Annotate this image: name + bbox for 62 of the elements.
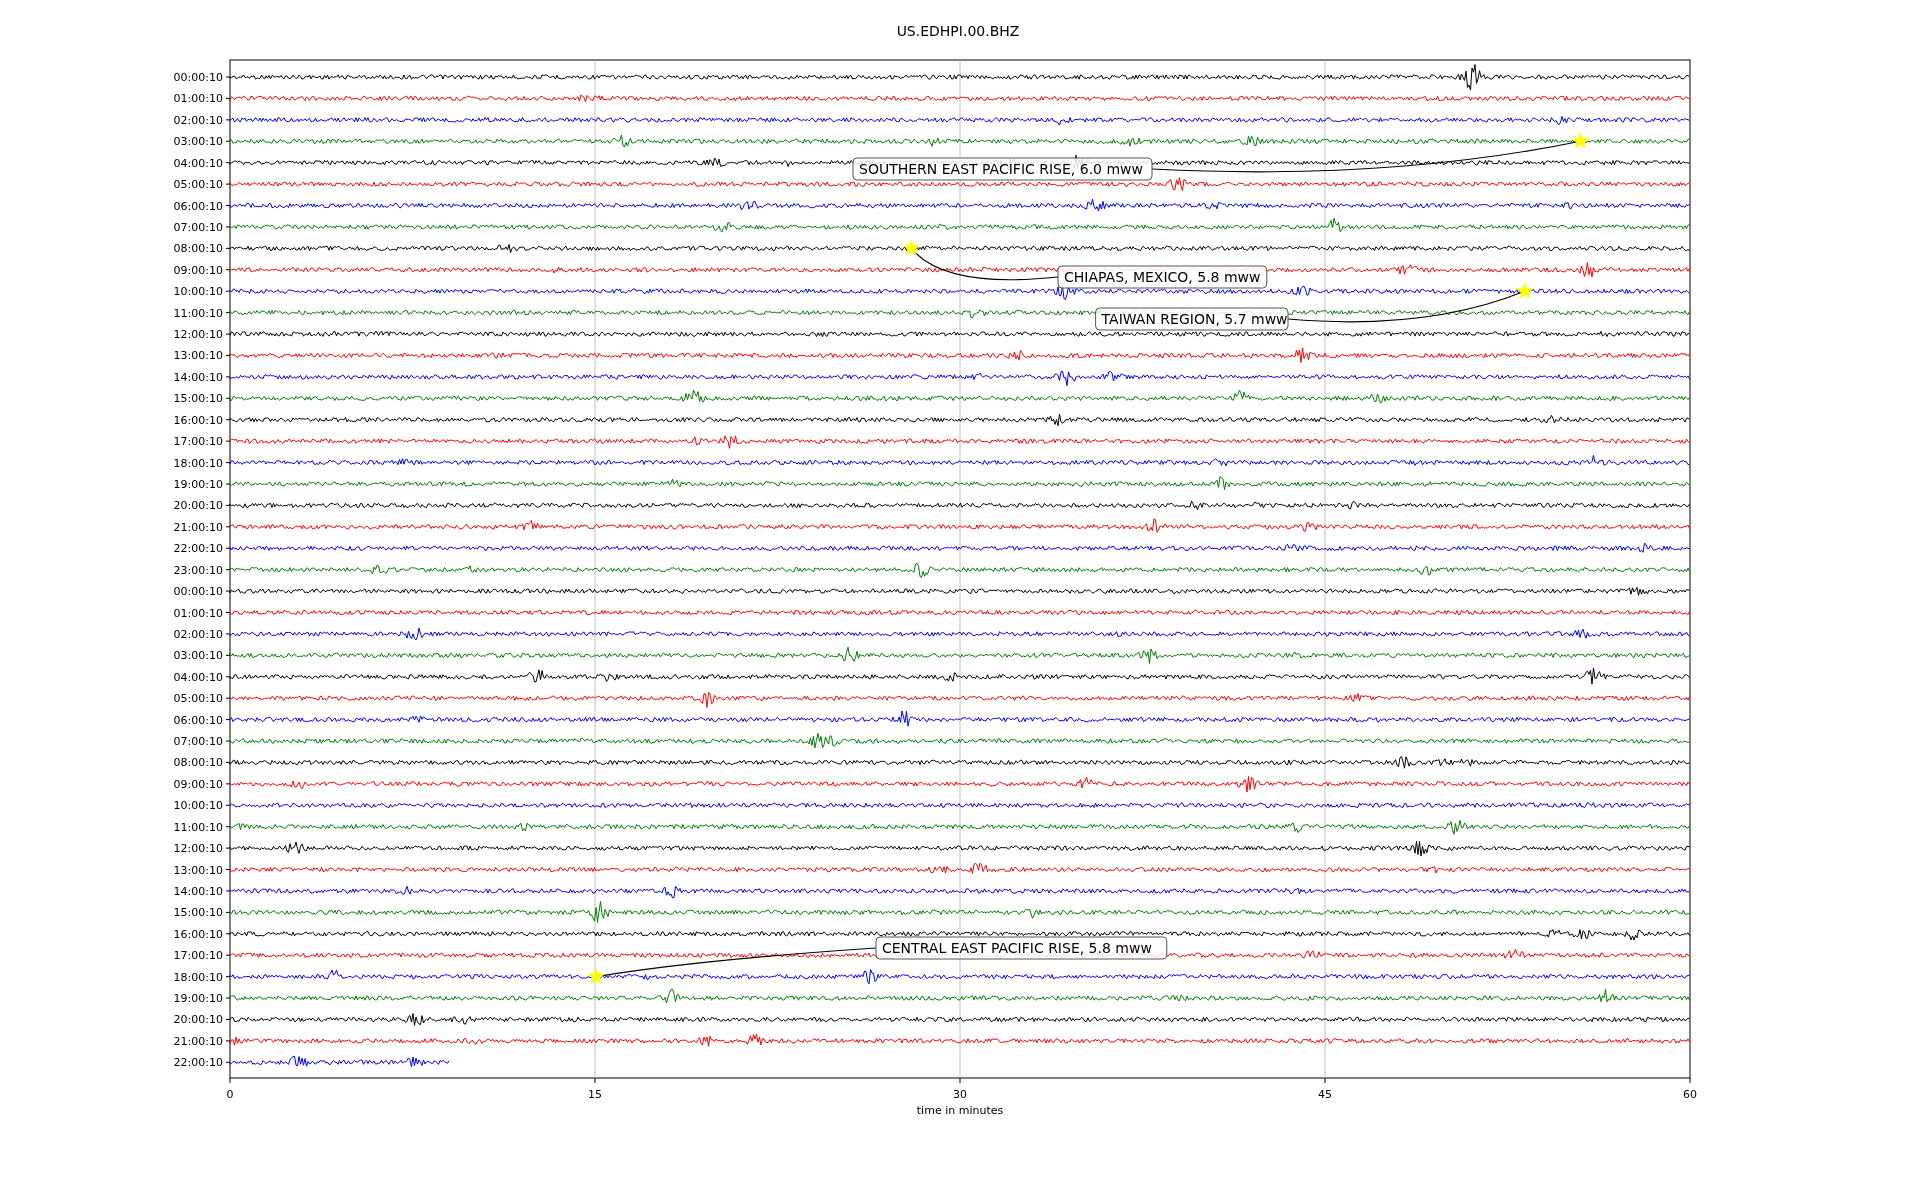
x-tick-label: 15 bbox=[588, 1088, 602, 1101]
y-tick-label: 16:00:10 bbox=[173, 927, 223, 941]
x-tick-label: 60 bbox=[1683, 1088, 1697, 1101]
y-tick-label: 14:00:10 bbox=[173, 884, 223, 898]
y-tick-label: 05:00:10 bbox=[173, 178, 223, 192]
y-tick-label: 17:00:10 bbox=[173, 949, 223, 963]
y-tick-label: 22:00:10 bbox=[173, 542, 223, 556]
y-tick-label: 00:00:10 bbox=[173, 585, 223, 599]
y-tick-label: 04:00:10 bbox=[173, 156, 223, 170]
y-tick-label: 21:00:10 bbox=[173, 520, 223, 534]
star-marker bbox=[1571, 132, 1590, 149]
y-tick-label: 10:00:10 bbox=[173, 799, 223, 813]
y-tick-label: 13:00:10 bbox=[173, 863, 223, 877]
y-tick-label: 05:00:10 bbox=[173, 692, 223, 706]
event-label: CHIAPAS, MEXICO, 5.8 mww bbox=[1057, 265, 1268, 289]
y-tick-label: 18:00:10 bbox=[173, 970, 223, 984]
y-tick-label: 11:00:10 bbox=[173, 306, 223, 320]
x-axis-label: time in minutes bbox=[916, 1104, 1004, 1117]
y-tick-label: 13:00:10 bbox=[173, 349, 223, 363]
y-tick-label: 01:00:10 bbox=[173, 606, 223, 620]
y-tick-label: 18:00:10 bbox=[173, 456, 223, 470]
y-tick-label: 07:00:10 bbox=[173, 220, 223, 234]
y-tick-label: 11:00:10 bbox=[173, 820, 223, 834]
y-tick-label: 07:00:10 bbox=[173, 735, 223, 748]
star-marker bbox=[1516, 282, 1534, 299]
y-tick-label: 03:00:10 bbox=[173, 649, 223, 663]
y-tick-label: 20:00:10 bbox=[173, 499, 223, 513]
chart-title: US.EDHPI.00.BHZ bbox=[896, 23, 1020, 39]
y-tick-label: 02:00:10 bbox=[173, 113, 223, 127]
y-tick-label: 22:00:10 bbox=[173, 1056, 223, 1070]
y-tick-label: 12:00:10 bbox=[173, 842, 223, 856]
x-tick-label: 45 bbox=[1318, 1088, 1332, 1101]
y-tick-label: 04:00:10 bbox=[173, 670, 223, 684]
y-tick-label: 17:00:10 bbox=[173, 435, 223, 449]
y-tick-label: 02:00:10 bbox=[173, 627, 223, 641]
y-tick-label: 19:00:10 bbox=[173, 992, 223, 1006]
y-tick-label: 06:00:10 bbox=[173, 199, 223, 213]
y-tick-label: 16:00:10 bbox=[173, 413, 223, 427]
star-marker bbox=[587, 967, 605, 984]
y-tick-label: 01:00:10 bbox=[173, 92, 223, 106]
y-tick-label: 08:00:10 bbox=[173, 756, 223, 770]
y-tick-label: 03:00:10 bbox=[173, 135, 223, 149]
y-tick-label: 15:00:10 bbox=[173, 392, 223, 406]
y-tick-label: 08:00:10 bbox=[173, 242, 223, 256]
y-tick-label: 15:00:10 bbox=[173, 906, 223, 920]
y-tick-label: 10:00:10 bbox=[173, 285, 223, 299]
y-tick-label: 09:00:10 bbox=[173, 263, 223, 277]
y-tick-label: 14:00:10 bbox=[173, 370, 223, 384]
y-tick-label: 00:00:10 bbox=[173, 71, 223, 84]
event-label: SOUTHERN EAST PACIFIC RISE, 6.0 mww bbox=[852, 157, 1153, 181]
y-tick-label: 20:00:10 bbox=[173, 1013, 223, 1027]
y-tick-label: 09:00:10 bbox=[173, 777, 223, 791]
y-tick-label: 23:00:10 bbox=[173, 563, 223, 577]
event-label: TAIWAN REGION, 5.7 mww bbox=[1095, 307, 1289, 331]
y-tick-label: 06:00:10 bbox=[173, 713, 223, 727]
y-tick-label: 19:00:10 bbox=[173, 478, 223, 491]
y-tick-label: 21:00:10 bbox=[173, 1034, 223, 1048]
y-tick-label: 12:00:10 bbox=[173, 328, 223, 342]
x-tick-label: 30 bbox=[953, 1088, 967, 1101]
x-tick-label: 0 bbox=[226, 1088, 234, 1101]
event-label: CENTRAL EAST PACIFIC RISE, 5.8 mww bbox=[875, 936, 1168, 960]
star-marker bbox=[902, 239, 920, 256]
